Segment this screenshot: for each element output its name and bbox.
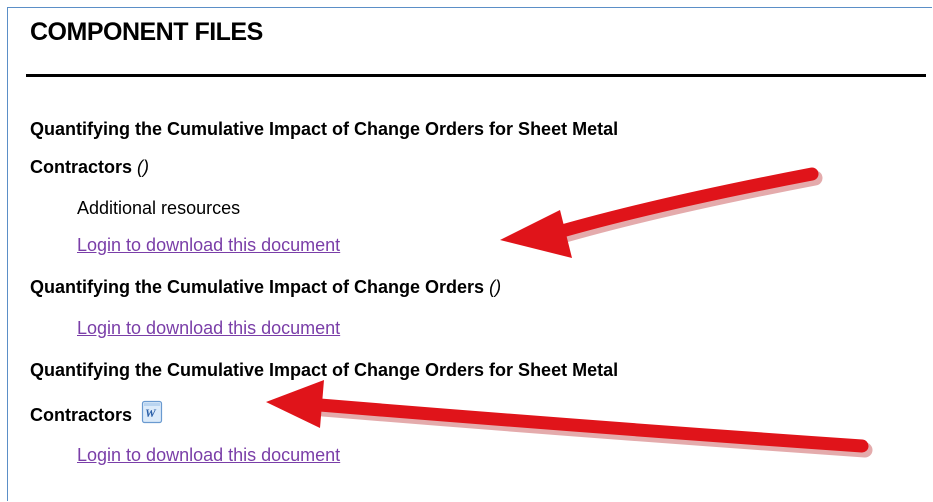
file-3-title-line2: Contractors W [30, 400, 163, 426]
file-1-title-line2-text: Contractors [30, 157, 133, 177]
file-3-download-link[interactable]: Login to download this document [77, 444, 340, 466]
file-3-title-line2-text: Contractors [30, 405, 133, 425]
file-3-title-line1: Quantifying the Cumulative Impact of Cha… [30, 360, 619, 380]
word-document-icon[interactable]: W [141, 400, 163, 424]
file-1-title-line2: Contractors () [30, 156, 149, 178]
file-2-title: Quantifying the Cumulative Impact of Cha… [30, 276, 501, 298]
section-title: COMPONENT FILES [30, 18, 263, 46]
svg-text:W: W [145, 406, 157, 420]
file-2-suffix: () [489, 277, 502, 297]
file-1-suffix: () [137, 157, 150, 177]
file-2-title-text: Quantifying the Cumulative Impact of Cha… [30, 277, 485, 297]
file-2-download-link[interactable]: Login to download this document [77, 317, 340, 339]
title-divider [26, 74, 926, 77]
file-1-download-link[interactable]: Login to download this document [77, 234, 340, 256]
file-1-title-line1: Quantifying the Cumulative Impact of Cha… [30, 119, 619, 139]
file-1-description: Additional resources [77, 198, 241, 218]
